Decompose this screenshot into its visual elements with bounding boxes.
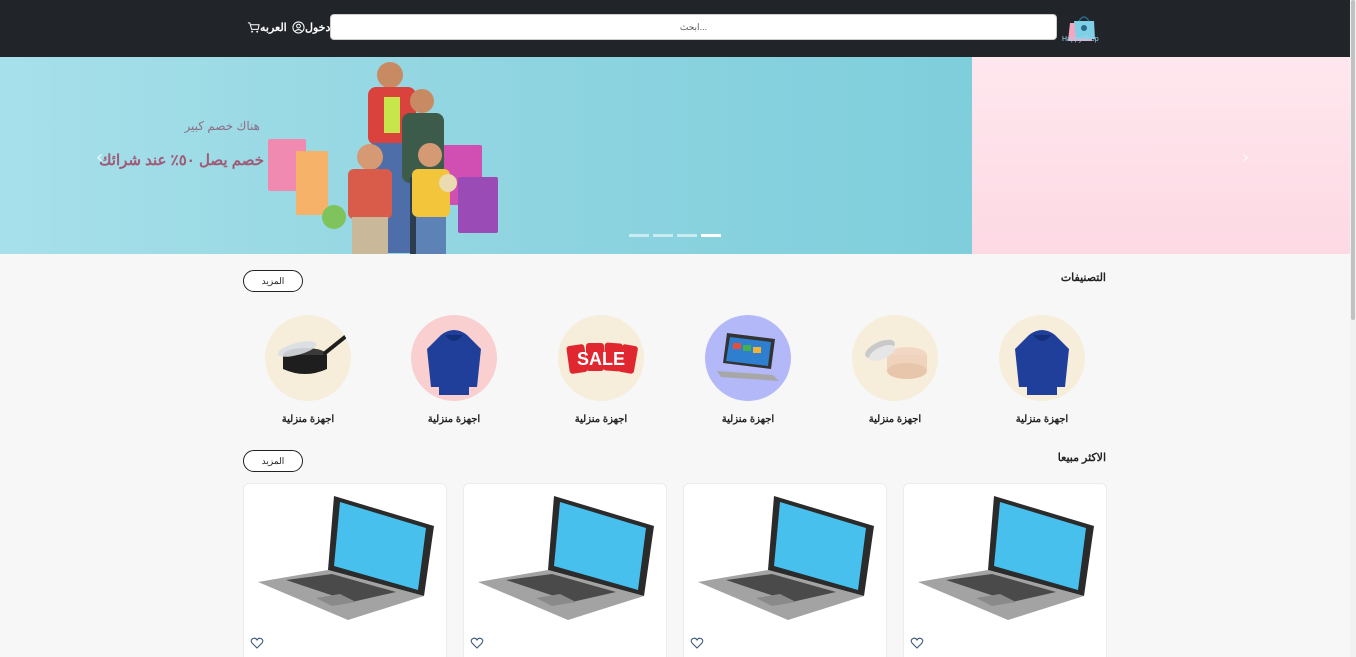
product-card[interactable] [903,483,1107,657]
carousel-indicator[interactable] [629,234,649,237]
carousel-indicator-active[interactable] [701,234,721,237]
categories-title: التصنيفات [1060,272,1106,284]
heart-icon[interactable] [910,636,924,650]
category-label: اجهزة منزلية [721,414,775,425]
category-circle [852,315,938,401]
category-circle [265,315,351,401]
categories-more-button[interactable]: المزيد [243,270,303,292]
category-item[interactable]: اجهزة منزلية [698,315,798,435]
cooking-pot-icon [277,335,347,374]
laptop-icon [717,333,779,381]
category-circle: SALE [558,315,644,401]
cart-link[interactable]: العربه [247,18,287,36]
category-label: اجهزة منزلية [281,414,335,425]
laptop-image [478,496,654,620]
category-label: اجهزة منزلية [427,414,481,425]
cart-label: العربه [260,21,287,34]
category-label: اجهزة منزلية [1015,414,1069,425]
heart-icon[interactable] [250,636,264,650]
product-card[interactable] [243,483,447,657]
category-label: اجهزة منزلية [868,414,922,425]
category-circle [705,315,791,401]
hero-next-slide-preview [972,57,1350,254]
category-item[interactable]: اجهزة منزلية [404,315,504,435]
category-label: اجهزة منزلية [574,414,628,425]
carousel-indicators [629,234,721,237]
laptop-image [258,496,434,620]
product-card[interactable] [683,483,887,657]
hoodie-icon [1015,330,1069,395]
login-link[interactable]: دخول [292,18,330,36]
sale-tags-icon: SALE [566,342,638,374]
laptop-image [918,496,1094,620]
cart-icon [247,21,260,33]
best-sellers-title: الاكثر مبيعا [1057,452,1106,464]
logo-text: HappyShop [1062,36,1099,43]
category-item[interactable]: اجهزة منزلية [258,315,358,435]
top-navbar: HappyShop ابحث... دخول العربه [0,0,1356,57]
category-circle [411,315,497,401]
best-sellers-more-button[interactable]: المزيد [243,450,303,472]
heart-icon[interactable] [690,636,704,650]
login-label: دخول [305,21,331,34]
hoodie-icon [427,330,481,395]
carousel-indicator[interactable] [653,234,673,237]
svg-text:SALE: SALE [577,349,625,369]
hero-title: خصم يصل ٥٠٪ عند شرائك [99,152,264,169]
category-item[interactable]: اجهزة منزلية [845,315,945,435]
family-shopping-image [268,62,498,254]
hero-carousel: هناك خصم كبير خصم يصل ٥٠٪ عند شرائك ‹ › [0,57,1350,254]
search-input[interactable]: ابحث... [330,14,1057,40]
hero-subtitle: هناك خصم كبير [184,119,260,133]
carousel-next-button[interactable]: › [1242,147,1249,168]
heart-icon[interactable] [470,636,484,650]
page-scrollbar-thumb[interactable] [1351,0,1355,320]
cosmetics-jar-icon [865,339,927,379]
category-item[interactable]: SALE اجهزة منزلية [551,315,651,435]
category-circle [999,315,1085,401]
carousel-indicator[interactable] [677,234,697,237]
category-item[interactable]: اجهزة منزلية [992,315,1092,435]
product-card[interactable] [463,483,667,657]
laptop-image [698,496,874,620]
carousel-prev-button[interactable]: ‹ [96,147,103,168]
user-circle-icon [292,20,305,34]
